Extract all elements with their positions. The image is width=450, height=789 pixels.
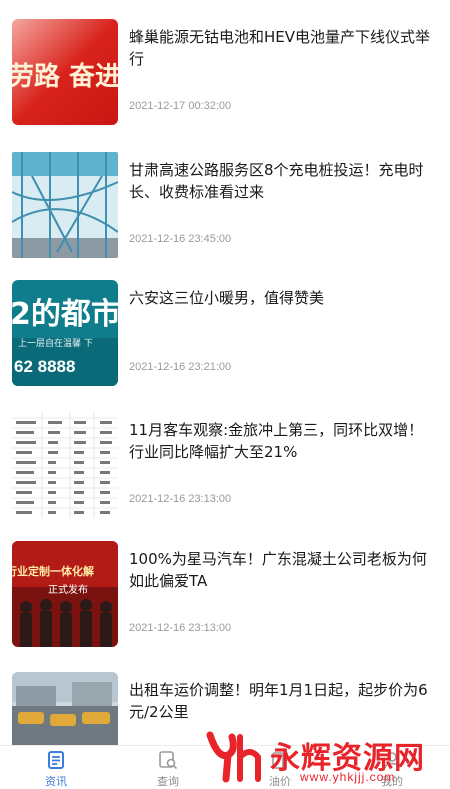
thumb-subtext: 上一层自在温馨 下	[18, 337, 93, 349]
news-icon	[48, 751, 64, 769]
list-item[interactable]: 11月客车观察:金旅冲上第三，同环比双增！行业同比降幅扩大至21% 2021-1…	[0, 412, 450, 530]
list-item[interactable]: 2的都市 上一层自在温馨 下 62 8888 六安这三位小暖男，值得赞美 202…	[0, 280, 450, 398]
news-thumbnail: 行业定制一体化解 正式发布	[12, 541, 118, 647]
list-item[interactable]: 出租车运价调整！明年1月1日起，起步价为6元/2公里	[0, 672, 450, 745]
news-thumbnail: 劳路 奋进	[12, 19, 118, 125]
news-title[interactable]: 出租车运价调整！明年1月1日起，起步价为6元/2公里	[129, 679, 435, 723]
tab-fuel[interactable]: 油价	[224, 746, 336, 789]
fuel-icon	[272, 752, 288, 769]
news-title[interactable]: 11月客车观察:金旅冲上第三，同环比双增！行业同比降幅扩大至21%	[129, 419, 435, 463]
news-title[interactable]: 六安这三位小暖男，值得赞美	[129, 287, 435, 309]
news-title[interactable]: 蜂巢能源无钴电池和HEV电池量产下线仪式举行	[129, 26, 435, 70]
news-thumbnail: 2的都市 上一层自在温馨 下 62 8888	[12, 280, 118, 386]
news-title[interactable]: 100%为星马汽车！广东混凝土公司老板为何如此偏爱TA	[129, 548, 435, 592]
tab-news[interactable]: 资讯	[0, 746, 112, 789]
list-item[interactable]: 行业定制一体化解 正式发布 100%为星马汽车！广东混凝土公司老板为何如此偏爱T…	[0, 541, 450, 659]
thumb-phone: 62 8888	[14, 357, 75, 376]
news-time: 2021-12-16 23:45:00	[129, 233, 232, 245]
news-feed[interactable]: 劳路 奋进 蜂巢能源无钴电池和HEV电池量产下线仪式举行 2021-12-17 …	[0, 0, 450, 745]
thumb-text: 劳路 奋进	[12, 61, 118, 92]
tab-label: 查询	[157, 776, 179, 788]
list-item[interactable]: 劳路 奋进 蜂巢能源无钴电池和HEV电池量产下线仪式举行 2021-12-17 …	[0, 19, 450, 137]
news-thumbnail	[12, 152, 118, 258]
tab-label: 我的	[381, 776, 403, 788]
thumb-subtext: 正式发布	[48, 583, 88, 596]
thumb-text: 行业定制一体化解	[12, 564, 94, 578]
thumb-text: 2的都市	[12, 297, 118, 332]
news-time: 2021-12-16 23:13:00	[129, 622, 232, 634]
tab-label: 油价	[269, 776, 291, 788]
news-time: 2021-12-16 23:13:00	[129, 493, 232, 505]
news-thumbnail	[12, 412, 118, 518]
list-item[interactable]: 甘肃高速公路服务区8个充电桩投运！充电时长、收费标准看过来 2021-12-16…	[0, 152, 450, 270]
news-time: 2021-12-16 23:21:00	[129, 361, 232, 373]
user-icon	[384, 752, 400, 769]
news-time: 2021-12-17 00:32:00	[129, 100, 232, 112]
news-thumbnail	[12, 672, 118, 745]
bottom-tab-bar: 资讯 查询 油价 我的	[0, 745, 450, 789]
tab-label: 资讯	[45, 776, 67, 788]
tab-search[interactable]: 查询	[112, 746, 224, 789]
news-title[interactable]: 甘肃高速公路服务区8个充电桩投运！充电时长、收费标准看过来	[129, 159, 435, 203]
tab-profile[interactable]: 我的	[336, 746, 448, 789]
search-icon	[159, 751, 178, 770]
